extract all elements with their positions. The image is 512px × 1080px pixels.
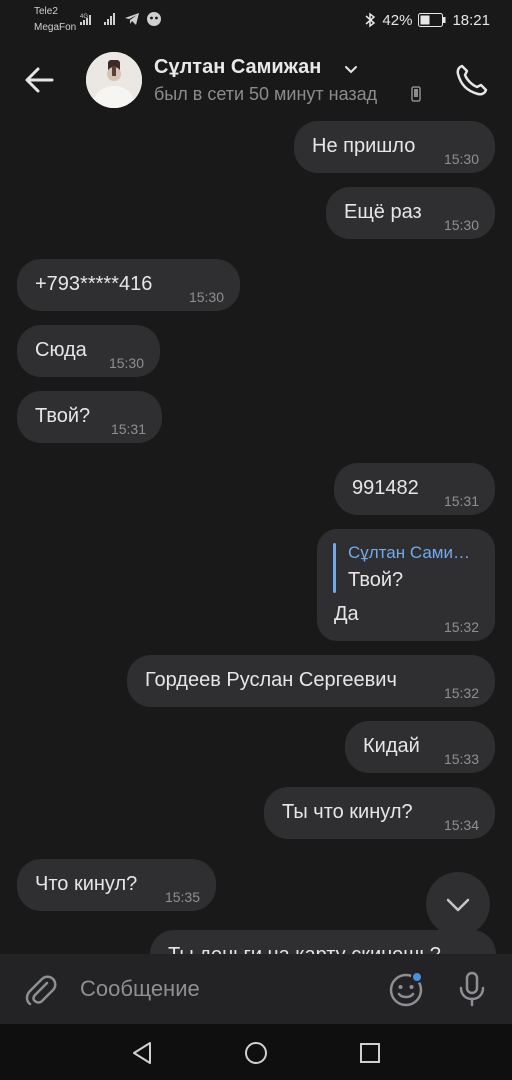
chat-screen: Tele2 MegaFon 4G 42% 18:21 Сұлтан Самижа… xyxy=(0,0,512,1080)
back-button[interactable] xyxy=(22,62,58,98)
reply-message-bubble[interactable]: Сұлтан Самижан Твой? Да 15:32 xyxy=(317,529,495,641)
message-time: 15:30 xyxy=(108,355,144,371)
reply-bar xyxy=(333,543,336,593)
chevron-down-icon xyxy=(446,898,470,912)
scroll-down-button[interactable] xyxy=(426,872,490,936)
avatar[interactable] xyxy=(86,52,142,108)
message-bubble[interactable]: Не пришло 15:30 xyxy=(294,121,495,173)
status-bar: Tele2 MegaFon 4G 42% 18:21 xyxy=(0,0,512,40)
message-time: 15:30 xyxy=(443,217,479,233)
message-text: Гордеев Руслан Сергеевич xyxy=(145,669,397,691)
contact-status: был в сети 50 минут назад xyxy=(154,84,378,104)
status-right: 42% 18:21 xyxy=(364,10,490,30)
message-text: +793*****416 xyxy=(35,273,153,295)
contact-name[interactable]: Сұлтан Самижан xyxy=(154,56,321,79)
system-nav-bar xyxy=(0,1024,512,1080)
chevron-down-icon[interactable] xyxy=(343,62,359,78)
message-time: 15:35 xyxy=(164,889,200,905)
carrier-2: MegaFon xyxy=(34,22,77,33)
notification-icon xyxy=(147,12,161,26)
message-bubble[interactable]: Кидай 15:33 xyxy=(345,721,495,773)
reply-author: Сұлтан Самижан xyxy=(348,543,478,562)
message-bubble[interactable]: Ещё раз 15:30 xyxy=(326,187,495,239)
message-time: 15:31 xyxy=(110,421,146,437)
mobile-icon xyxy=(411,86,421,102)
call-button[interactable] xyxy=(452,60,492,100)
message-time: 15:32 xyxy=(443,685,479,701)
triangle-back-icon xyxy=(133,1042,151,1064)
clock: 18:21 xyxy=(452,11,490,29)
message-time: 15:30 xyxy=(443,151,479,167)
emoji-button[interactable] xyxy=(386,969,426,1009)
nav-back-button[interactable] xyxy=(128,1038,158,1068)
reply-quoted-text: Твой? xyxy=(348,569,404,591)
message-bubble[interactable]: +793*****416 15:30 xyxy=(17,259,240,311)
message-bubble[interactable]: Сюда 15:30 xyxy=(17,325,160,377)
bluetooth-icon xyxy=(365,12,376,28)
message-bubble[interactable]: Ты что кинул? 15:34 xyxy=(264,787,495,839)
message-time: 15:30 xyxy=(188,289,224,305)
message-text: Не пришло xyxy=(312,135,416,157)
composer xyxy=(0,954,512,1024)
message-time: 15:32 xyxy=(443,619,479,635)
message-text: Твой? xyxy=(35,405,91,427)
signal-icons: 4G xyxy=(80,10,162,28)
carrier-1: Tele2 xyxy=(34,6,58,17)
signal-4g-icon: 4G xyxy=(80,14,91,25)
nav-recents-button[interactable] xyxy=(355,1038,385,1068)
message-bubble[interactable]: Твой? 15:31 xyxy=(17,391,162,443)
message-text: Да xyxy=(334,603,359,625)
message-text: Ещё раз xyxy=(344,201,422,223)
avatar-image xyxy=(86,52,142,108)
paperclip-icon xyxy=(25,975,57,1006)
battery-icon xyxy=(418,13,446,27)
arrow-left-icon xyxy=(25,67,54,93)
nav-home-button[interactable] xyxy=(241,1038,271,1068)
signal-icon xyxy=(104,13,115,25)
chat-header: Сұлтан Самижан был в сети 50 минут назад xyxy=(0,40,512,120)
microphone-button[interactable] xyxy=(452,969,492,1009)
battery-percent: 42% xyxy=(382,11,413,29)
message-text: Кидай xyxy=(363,735,420,757)
message-time: 15:34 xyxy=(443,817,479,833)
message-time: 15:33 xyxy=(443,751,479,767)
smile-icon xyxy=(389,971,423,1007)
attach-button[interactable] xyxy=(20,970,60,1010)
message-bubble[interactable]: Что кинул? 15:35 xyxy=(17,859,216,911)
microphone-icon xyxy=(459,971,485,1007)
square-recents-icon xyxy=(360,1043,380,1063)
message-text: Ты деньги на карту скинешь? xyxy=(168,944,441,954)
message-text: Сюда xyxy=(35,339,87,361)
message-input[interactable] xyxy=(80,972,370,1006)
message-text: Что кинул? xyxy=(35,873,138,895)
phone-icon xyxy=(456,64,488,96)
message-text: Ты что кинул? xyxy=(282,801,413,823)
message-time: 15:31 xyxy=(443,493,479,509)
message-bubble[interactable]: Гордеев Руслан Сергеевич 15:32 xyxy=(127,655,495,707)
circle-home-icon xyxy=(245,1042,267,1064)
telegram-icon xyxy=(125,13,139,25)
message-bubble[interactable]: 991482 15:31 xyxy=(334,463,495,515)
message-text: 991482 xyxy=(352,477,419,499)
message-list[interactable]: Не пришло 15:30 Ещё раз 15:30 +793*****4… xyxy=(0,120,512,954)
